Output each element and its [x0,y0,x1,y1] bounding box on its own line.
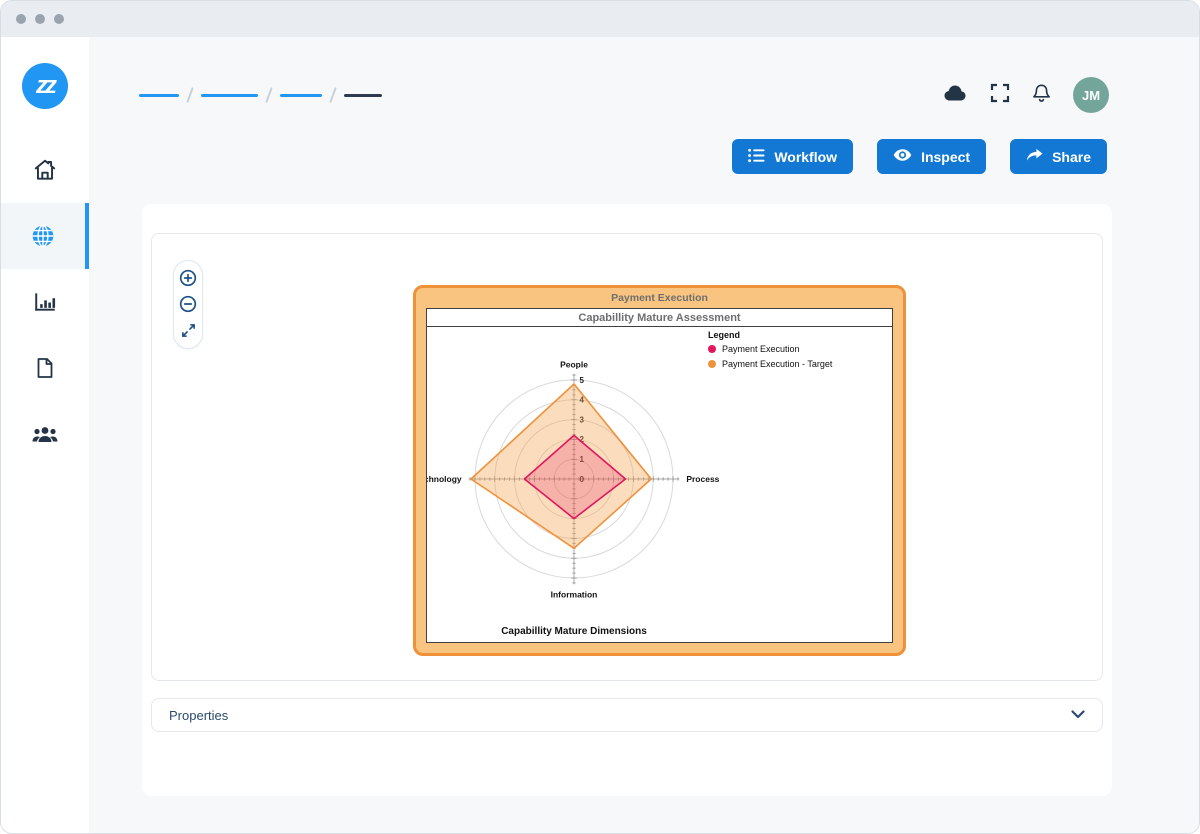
bell-icon[interactable] [1031,82,1052,109]
inspect-button-label: Inspect [921,149,970,165]
legend-title: Legend [708,330,832,340]
document-icon [33,356,57,380]
workflow-button[interactable]: Workflow [732,139,853,174]
page-header: JM [89,37,1199,113]
users-icon [31,420,59,448]
list-icon [748,148,765,166]
eye-icon [893,148,912,165]
cloud-icon[interactable] [943,83,969,108]
properties-label: Properties [169,708,228,723]
legend-label: Payment Execution [722,344,800,354]
breadcrumb-segment[interactable] [280,94,322,97]
workflow-button-label: Workflow [774,149,837,165]
toolbar: Workflow Inspect [89,113,1199,174]
globe-icon [30,223,56,249]
chart-x-axis-title: Capabillity Mature Dimensions [501,626,647,637]
chart-legend: Legend Payment Execution Payment Executi… [708,330,832,374]
app-logo[interactable]: zz [22,63,68,109]
fullscreen-icon[interactable] [990,83,1010,108]
home-icon [32,157,58,183]
assessment-frame: Capabillity Mature Assessment 012345Peop… [426,308,893,643]
legend-label: Payment Execution - Target [722,359,832,369]
fit-expand-button[interactable] [179,321,197,339]
zoom-out-button[interactable] [179,295,197,313]
breadcrumb-separator [265,87,272,103]
legend-item: Payment Execution - Target [708,359,832,369]
svg-text:Process: Process [686,474,719,484]
radar-chart-area: 012345PeopleProcessInformationTechnology… [427,327,892,642]
breadcrumb-segment[interactable] [201,94,258,97]
share-icon [1026,148,1043,166]
window-dot[interactable] [35,14,45,24]
breadcrumb [139,87,382,103]
breadcrumb-segment[interactable] [139,94,179,97]
svg-text:People: People [560,360,588,370]
sidebar: zz [1,37,89,834]
svg-text:5: 5 [580,376,585,385]
bar-chart-icon [32,289,58,315]
inspect-button[interactable]: Inspect [877,139,986,174]
breadcrumb-segment-current [344,94,382,97]
zoom-controls [173,260,203,349]
shape-header-label: Payment Execution [416,288,903,308]
main-area: JM Workflow [89,37,1199,834]
app-window: zz [0,0,1200,834]
sidebar-item-documents[interactable] [1,335,89,401]
capability-shape-container[interactable]: Payment Execution Capabillity Mature Ass… [413,285,906,656]
legend-dot-payment-execution [708,345,716,353]
svg-text:Information: Information [551,589,598,599]
window-dot[interactable] [54,14,64,24]
diagram-canvas[interactable]: Payment Execution Capabillity Mature Ass… [151,233,1103,681]
sidebar-item-home[interactable] [1,137,89,203]
properties-accordion[interactable]: Properties [151,698,1103,732]
share-button[interactable]: Share [1010,139,1107,174]
chart-title: Capabillity Mature Assessment [427,309,892,327]
legend-dot-payment-execution-target [708,360,716,368]
breadcrumb-separator [186,87,193,103]
breadcrumb-separator [329,87,336,103]
window-titlebar [1,1,1199,37]
sidebar-item-users[interactable] [1,401,89,467]
chevron-down-icon[interactable] [1071,706,1085,724]
share-button-label: Share [1052,149,1091,165]
avatar[interactable]: JM [1073,77,1109,113]
svg-text:Technology: Technology [427,474,462,484]
zoom-in-button[interactable] [179,269,197,287]
sidebar-item-globe[interactable] [1,203,89,269]
legend-item: Payment Execution [708,344,832,354]
window-dot[interactable] [16,14,26,24]
sidebar-item-analytics[interactable] [1,269,89,335]
content-card: Payment Execution Capabillity Mature Ass… [142,204,1112,796]
